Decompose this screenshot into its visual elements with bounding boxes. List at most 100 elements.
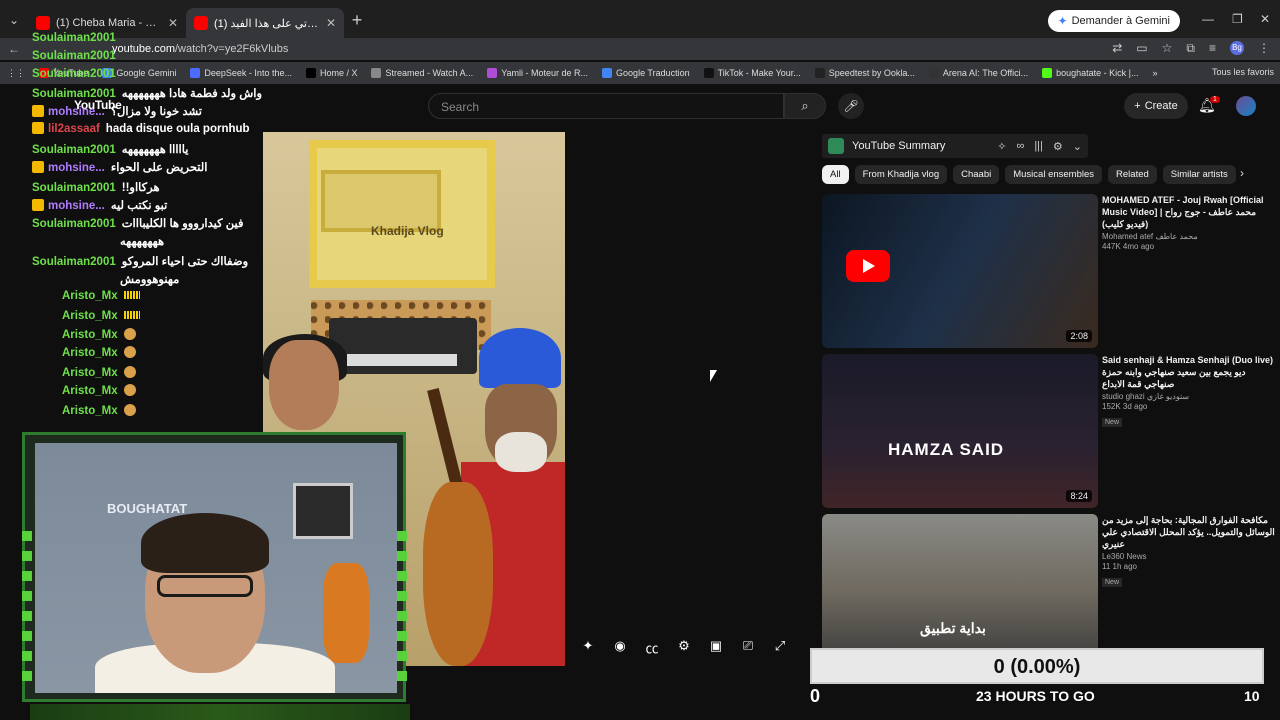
- chat-username[interactable]: Soulaiman2001: [32, 50, 116, 62]
- chat-message: lil2assaaf hada disque oula pornhub: [32, 122, 250, 135]
- chip-similar-artists[interactable]: Similar artists: [1162, 164, 1236, 184]
- video-title[interactable]: MOHAMED ATEF - Jouj Rwah [Official Music…: [1102, 194, 1278, 230]
- ai-sparkle-icon[interactable]: ✦: [580, 638, 596, 657]
- left-frame-accent: [22, 531, 32, 691]
- glasses-icon[interactable]: ∞: [1016, 140, 1024, 153]
- chat-username[interactable]: mohsine...: [48, 200, 105, 212]
- close-window-icon[interactable]: ✕: [1260, 12, 1270, 26]
- account-avatar[interactable]: [1236, 96, 1256, 116]
- search-icon[interactable]: ⌕: [784, 93, 826, 119]
- chat-emote-face-icon: [123, 366, 136, 378]
- bookmark-item[interactable]: Home / X: [299, 68, 365, 78]
- ask-gemini-button[interactable]: ✦ Demander à Gemini: [1047, 10, 1180, 32]
- video-title[interactable]: مكافحة الفوارق المجالية: بحاجة إلى مزيد …: [1102, 514, 1278, 550]
- streamed-icon: [371, 68, 382, 78]
- microphone-icon[interactable]: 🎤︎: [838, 93, 864, 119]
- waveform-icon[interactable]: |||: [1034, 140, 1043, 153]
- bookmark-item[interactable]: TikTok - Make Your...: [697, 68, 808, 78]
- chat-username[interactable]: Aristo_Mx: [62, 290, 118, 302]
- cast-icon[interactable]: ⎚: [740, 638, 756, 657]
- kick-icon: [1042, 68, 1053, 78]
- recommendation-item[interactable]: بداية تطبيق مكافحة الفوارق المجالية: بحا…: [822, 514, 1275, 668]
- new-tab-button[interactable]: +: [344, 10, 370, 31]
- miniplayer-icon[interactable]: ▣: [708, 638, 724, 657]
- chat-username[interactable]: Soulaiman2001: [32, 144, 116, 156]
- more-bookmarks-icon[interactable]: »: [1145, 68, 1164, 78]
- stream-chat-overlay: Soulaiman2001 Soulaiman2001 Soulaiman2001 S…: [0, 32, 262, 432]
- chip-all[interactable]: All: [822, 164, 849, 184]
- tab-search-icon[interactable]: ⌄: [0, 13, 28, 27]
- settings-gear-icon[interactable]: ⚙: [676, 638, 692, 657]
- video-title[interactable]: Said senhaji & Hamza Senhaji (Duo live) …: [1102, 354, 1278, 390]
- chat-username[interactable]: mohsine...: [48, 162, 105, 174]
- chat-username[interactable]: Soulaiman2001: [32, 68, 116, 80]
- bookmark-item[interactable]: Arena AI: The Offici...: [922, 68, 1035, 78]
- bookmark-item[interactable]: Yamli - Moteur de R...: [480, 68, 595, 78]
- search-input[interactable]: Search: [428, 93, 784, 119]
- chat-text: هههههههه: [120, 236, 165, 248]
- chat-message: Aristo_Mx: [62, 310, 140, 322]
- fullscreen-icon[interactable]: ⤢: [772, 638, 788, 657]
- translate-icon[interactable]: ⇄: [1112, 41, 1122, 56]
- close-tab-icon[interactable]: ✕: [168, 16, 178, 30]
- chat-username[interactable]: Aristo_Mx: [62, 405, 118, 417]
- new-badge: New: [1102, 418, 1123, 427]
- webcam-feed: BOUGHATAT: [35, 443, 397, 693]
- bookmark-item[interactable]: boughatate - Kick |...: [1035, 68, 1145, 78]
- chat-username[interactable]: Aristo_Mx: [62, 310, 118, 322]
- chip-related[interactable]: Related: [1108, 164, 1157, 184]
- bookmark-label: Google Traduction: [616, 68, 690, 78]
- chat-username[interactable]: lil2assaaf: [48, 123, 100, 135]
- captions-icon[interactable]: ㏄: [644, 638, 660, 657]
- profile-avatar[interactable]: Bg: [1230, 41, 1244, 55]
- goal-min: 0: [810, 686, 821, 706]
- chat-username[interactable]: Soulaiman2001: [32, 256, 116, 268]
- restore-icon[interactable]: ❐: [1232, 12, 1243, 26]
- chevron-right-icon[interactable]: ›: [1240, 166, 1244, 180]
- bookmark-item[interactable]: Speedtest by Ookla...: [808, 68, 922, 78]
- create-button[interactable]: + Create: [1124, 93, 1188, 119]
- bookmark-star-icon[interactable]: ☆: [1162, 41, 1173, 56]
- video-thumbnail[interactable]: بداية تطبيق: [822, 514, 1098, 668]
- summary-title: YouTube Summary: [852, 140, 946, 152]
- channel-name[interactable]: Mohamed atef محمد عاطف: [1102, 232, 1278, 241]
- chat-text: وضفااك حتى احياء المروكو: [121, 256, 249, 268]
- chip-musical-ensembles[interactable]: Musical ensembles: [1005, 164, 1103, 184]
- chat-username[interactable]: Aristo_Mx: [62, 347, 118, 359]
- autoplay-toggle-icon[interactable]: ◉: [612, 638, 628, 657]
- video-thumbnail[interactable]: HAMZA SAID 8:24: [822, 354, 1098, 508]
- cast-icon[interactable]: ▭: [1136, 41, 1147, 56]
- thumbnail-text: HAMZA SAID: [888, 440, 1005, 459]
- chat-username[interactable]: Soulaiman2001: [32, 32, 116, 44]
- bookmark-item[interactable]: Google Traduction: [595, 68, 697, 78]
- settings-gear-icon[interactable]: ⚙: [1053, 140, 1063, 153]
- minimize-icon[interactable]: —: [1202, 12, 1214, 26]
- menu-icon[interactable]: ⋮: [1258, 41, 1270, 56]
- channel-name[interactable]: Le360 News: [1102, 552, 1278, 561]
- chat-username[interactable]: mohsine...: [48, 106, 105, 118]
- youtube-favicon-icon: [36, 16, 50, 30]
- chip-chaabi[interactable]: Chaabi: [953, 164, 1000, 184]
- channel-name[interactable]: studio ghazi ستوديو غازي: [1102, 392, 1278, 401]
- chat-username[interactable]: Soulaiman2001: [32, 182, 116, 194]
- chat-username[interactable]: Soulaiman2001: [32, 218, 116, 230]
- chat-message: Aristo_Mx: [62, 346, 136, 359]
- video-thumbnail[interactable]: 2:08: [822, 194, 1098, 348]
- close-tab-icon[interactable]: ✕: [326, 16, 336, 30]
- chip-from-channel[interactable]: From Khadija vlog: [854, 164, 948, 184]
- chevron-down-icon[interactable]: ⌄: [1073, 140, 1082, 153]
- chat-username[interactable]: Aristo_Mx: [62, 367, 118, 379]
- all-bookmarks[interactable]: Tous les favoris: [1212, 67, 1274, 77]
- media-icon[interactable]: ≡: [1209, 41, 1216, 56]
- recommendation-item[interactable]: HAMZA SAID 8:24 Said senhaji & Hamza Sen…: [822, 354, 1273, 508]
- chat-emote-face-icon: [123, 384, 136, 396]
- youtube-summary-extension[interactable]: YouTube Summary ✧ ∞ ||| ⚙ ⌄: [822, 134, 1088, 158]
- chat-username[interactable]: Soulaiman2001: [32, 88, 116, 100]
- recommendation-item[interactable]: 2:08 MOHAMED ATEF - Jouj Rwah [Official …: [822, 194, 1272, 348]
- extensions-icon[interactable]: ⧉: [1186, 41, 1195, 56]
- chat-username[interactable]: Aristo_Mx: [62, 329, 118, 341]
- chat-emote-face-icon: [123, 404, 136, 416]
- bookmark-item[interactable]: Streamed - Watch A...: [364, 68, 480, 78]
- chat-username[interactable]: Aristo_Mx: [62, 385, 118, 397]
- sparkle-icon[interactable]: ✧: [997, 140, 1006, 153]
